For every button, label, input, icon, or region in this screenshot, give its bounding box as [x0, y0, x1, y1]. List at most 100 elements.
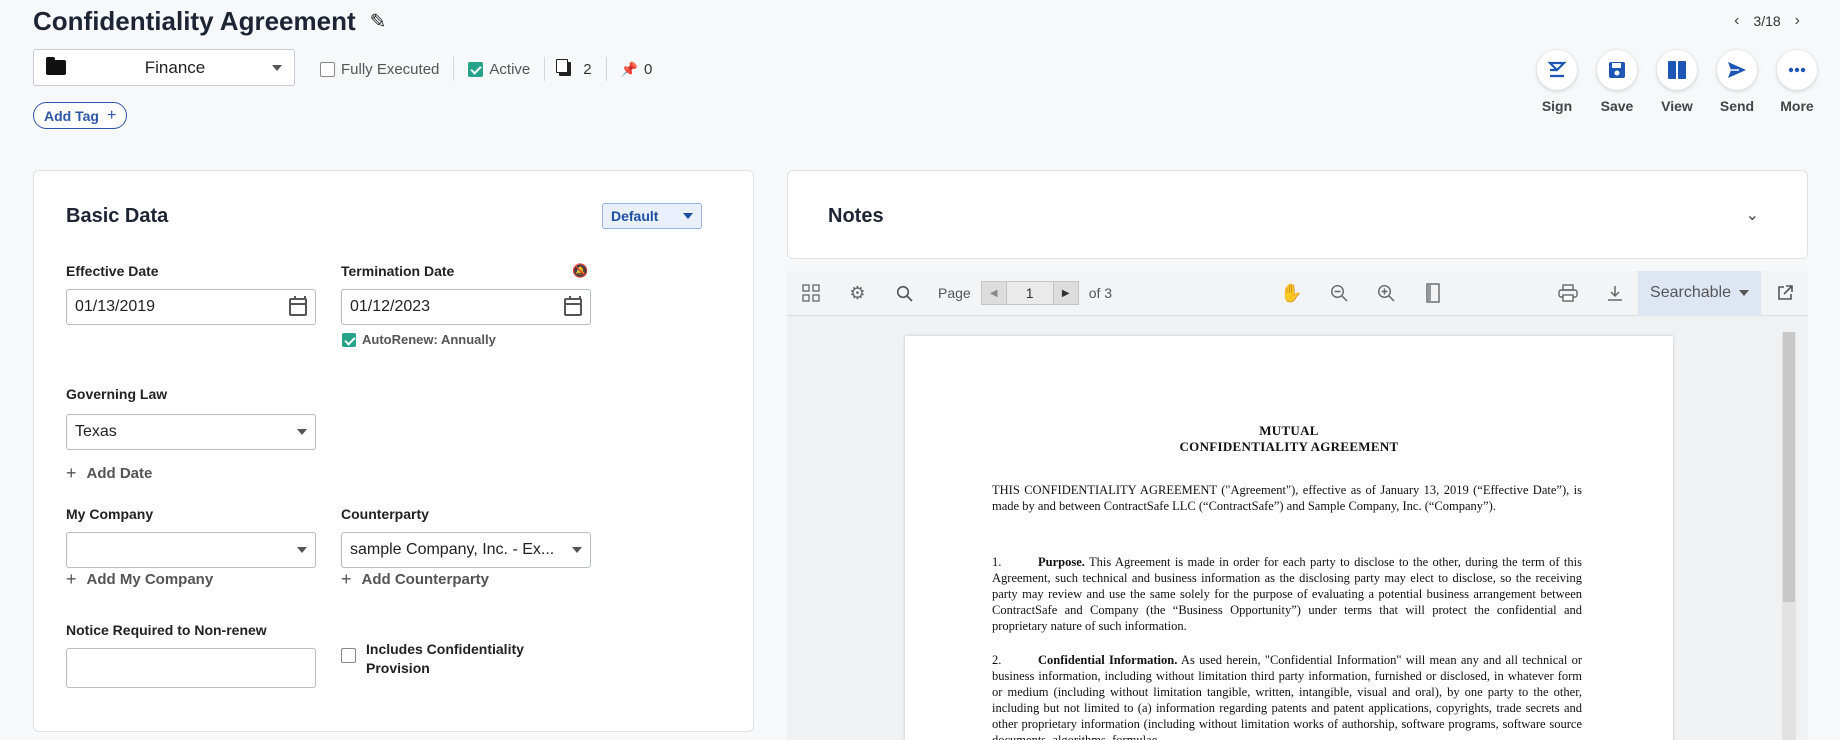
basic-data-card: Basic Data Default Effective Date 01/13/… [33, 170, 754, 732]
thumbnails-icon[interactable] [787, 271, 834, 316]
confidentiality-provision-label-line2: Provision [366, 660, 430, 676]
fit-page-icon[interactable] [1409, 271, 1456, 316]
more-label: More [1780, 98, 1814, 114]
output-tools: Searchable [1544, 270, 1808, 316]
send-icon[interactable] [1717, 50, 1757, 90]
counterparty-value: sample Company, Inc. - Ex... [350, 541, 555, 558]
governing-law-label: Governing Law [66, 386, 168, 402]
record-pager: ‹ 3/18 › [1734, 12, 1800, 30]
plus-icon: + [66, 569, 77, 589]
more-icon[interactable] [1777, 50, 1817, 90]
document-viewer[interactable]: MUTUAL CONFIDENTIALITY AGREEMENT THIS CO… [787, 316, 1808, 740]
viewer-scrollbar-thumb[interactable] [1783, 332, 1795, 602]
add-date-button[interactable]: + Add Date [66, 463, 152, 484]
next-page-icon[interactable]: ▶ [1052, 281, 1079, 305]
save-label: Save [1600, 98, 1634, 114]
zoom-in-icon[interactable] [1362, 271, 1409, 316]
chevron-down-icon [297, 547, 307, 553]
notification-bell-icon[interactable]: 🔕 [572, 263, 588, 279]
view-icon[interactable] [1657, 50, 1697, 90]
my-company-select[interactable] [66, 532, 316, 568]
notes-panel[interactable]: Notes ⌄ [787, 170, 1808, 259]
doc-intro-paragraph: THIS CONFIDENTIALITY AGREEMENT ("Agreeme… [992, 483, 1582, 513]
governing-law-select[interactable]: Texas [66, 414, 316, 450]
view-mode-dropdown[interactable]: Default [602, 203, 702, 229]
save-action[interactable]: Save [1594, 50, 1640, 114]
previous-record-icon[interactable]: ‹ [1734, 12, 1739, 30]
fully-executed-checkbox[interactable] [320, 61, 335, 77]
documents-count[interactable]: 2 [545, 57, 607, 81]
add-counterparty-button[interactable]: + Add Counterparty [341, 569, 489, 590]
status-bar: Fully Executed Active 2 📌 0 [320, 57, 666, 81]
add-tag-label: Add Tag [44, 107, 99, 124]
more-action[interactable]: More [1774, 50, 1820, 114]
doc-section-2-title: Confidential Information. [1038, 653, 1178, 667]
viewer-scrollbar[interactable] [1782, 332, 1796, 740]
plus-icon: + [341, 569, 352, 589]
notes-title: Notes [828, 205, 884, 227]
doc-heading-2: CONFIDENTIALITY AGREEMENT [1179, 439, 1399, 454]
chevron-down-icon [297, 429, 307, 435]
settings-gear-icon[interactable]: ⚙ [834, 271, 881, 316]
download-icon[interactable] [1591, 271, 1638, 316]
add-my-company-button[interactable]: + Add My Company [66, 569, 213, 590]
autorenew-toggle[interactable]: AutoRenew: Annually [342, 332, 496, 347]
send-action[interactable]: Send [1714, 50, 1760, 114]
page-label: Page [938, 285, 971, 301]
confidentiality-provision-toggle[interactable]: Includes Confidentiality Provision [341, 640, 524, 678]
effective-date-value: 01/13/2019 [75, 298, 156, 315]
zoom-out-icon[interactable] [1315, 271, 1362, 316]
open-external-icon[interactable] [1761, 271, 1808, 316]
next-record-icon[interactable]: › [1795, 12, 1800, 30]
termination-date-label: Termination Date [341, 263, 455, 279]
searchable-value: Searchable [1650, 284, 1731, 301]
fully-executed-toggle[interactable]: Fully Executed [320, 57, 455, 81]
page-title: Confidentiality Agreement [33, 6, 356, 36]
autorenew-label: AutoRenew: Annually [362, 332, 496, 347]
confidentiality-provision-checkbox[interactable] [341, 648, 356, 663]
chevron-down-icon[interactable]: ⌄ [1746, 205, 1759, 225]
send-label: Send [1719, 98, 1755, 114]
autorenew-checkbox[interactable] [342, 332, 356, 347]
folder-select[interactable]: Finance [33, 49, 295, 86]
basic-data-title: Basic Data [66, 205, 169, 227]
active-label: Active [489, 60, 531, 78]
active-checkbox[interactable] [468, 61, 484, 77]
documents-count-value: 2 [583, 60, 592, 78]
search-icon[interactable] [881, 271, 928, 316]
calendar-icon[interactable] [289, 296, 307, 316]
sign-action[interactable]: Sign [1534, 50, 1580, 114]
documents-icon [556, 59, 572, 76]
pins-count[interactable]: 📌 0 [607, 57, 667, 81]
pin-icon: 📌 [620, 60, 639, 77]
doc-section-1-title: Purpose. [1038, 555, 1085, 569]
page-number-input[interactable]: 1 [1006, 281, 1053, 305]
pan-hand-icon[interactable]: ✋ [1268, 271, 1315, 316]
edit-title-icon[interactable]: ✎ [370, 9, 387, 34]
sign-icon[interactable] [1537, 50, 1577, 90]
folder-select-value: Finance [144, 57, 206, 77]
document-viewer-toolbar: ⚙ Page ◀ 1 ▶ of 3 ✋ Searchable [787, 270, 1808, 316]
fully-executed-label: Fully Executed [341, 60, 440, 78]
confidentiality-provision-label: Includes Confidentiality Provision [366, 640, 524, 678]
chevron-down-icon [272, 64, 282, 71]
save-icon[interactable] [1597, 50, 1637, 90]
print-icon[interactable] [1544, 271, 1591, 316]
counterparty-select[interactable]: sample Company, Inc. - Ex... [341, 532, 591, 568]
termination-date-field[interactable]: 01/12/2023 [341, 289, 591, 325]
doc-heading-1: MUTUAL [1259, 423, 1319, 438]
page-total: of 3 [1088, 285, 1113, 301]
searchable-dropdown[interactable]: Searchable [1638, 270, 1761, 316]
previous-page-icon[interactable]: ◀ [980, 281, 1007, 305]
doc-section-2: 2. Confidential Information. As used here… [992, 652, 1582, 740]
view-action[interactable]: View [1654, 50, 1700, 114]
effective-date-field[interactable]: 01/13/2019 [66, 289, 316, 325]
notice-textarea[interactable] [66, 648, 316, 688]
calendar-icon[interactable] [564, 296, 582, 316]
doc-section-1: 1. Purpose. This Agreement is made in ord… [992, 554, 1582, 634]
view-mode-value: Default [611, 208, 659, 224]
add-tag-button[interactable]: Add Tag + [33, 102, 128, 129]
sign-label: Sign [1541, 98, 1573, 114]
view-label: View [1661, 98, 1693, 114]
active-toggle[interactable]: Active [454, 57, 546, 81]
